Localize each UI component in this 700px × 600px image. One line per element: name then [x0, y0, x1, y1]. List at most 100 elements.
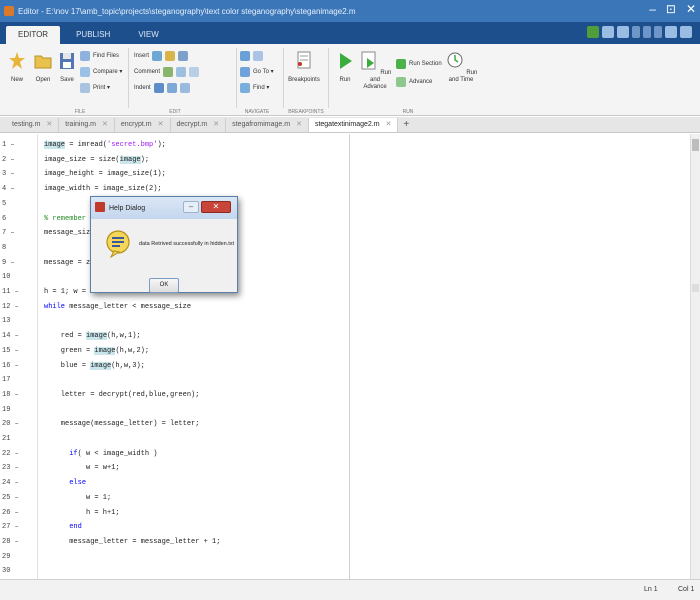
find-files-button[interactable]: Find Files — [80, 50, 119, 61]
navigate-section-label: NAVIGATE — [244, 109, 270, 115]
tab-view[interactable]: VIEW — [126, 26, 170, 44]
minimize-button[interactable]: – — [649, 2, 656, 16]
undo-icon[interactable] — [654, 26, 662, 38]
code-line[interactable]: 2 – image_size = size(image); — [0, 153, 690, 167]
redo-icon[interactable] — [665, 26, 677, 38]
line-number: 8 — [2, 243, 7, 252]
advance-icon — [396, 76, 406, 87]
save-button[interactable]: Save — [52, 50, 82, 84]
print-button[interactable]: Print ▾ — [80, 82, 110, 93]
close-tab-icon[interactable]: ✕ — [386, 121, 392, 128]
indent-button[interactable]: Indent — [134, 82, 190, 93]
breakpoints-button[interactable]: Breakpoints — [286, 50, 322, 84]
file-tab[interactable]: stegatextinimage2.m ✕ — [308, 118, 399, 132]
dialog-message: data Retrived successfully in hidden.txt — [139, 241, 235, 247]
code-line[interactable]: 13 — [0, 314, 690, 328]
code-line[interactable]: 24 – else — [0, 476, 690, 490]
code-line[interactable]: 12 – while message_letter < message_size — [0, 300, 690, 314]
close-tab-icon[interactable]: ✕ — [213, 121, 219, 128]
close-tab-icon[interactable]: ✕ — [102, 121, 108, 128]
vertical-scrollbar[interactable] — [690, 134, 700, 579]
goto-button[interactable]: Go To ▾ — [240, 66, 274, 77]
code-line[interactable]: 28 – message_letter = message_letter + 1… — [0, 535, 690, 549]
line-number: 2 – — [2, 155, 15, 164]
code-line[interactable]: 30 — [0, 564, 690, 578]
find-icon — [240, 82, 250, 93]
layout-icon[interactable] — [587, 26, 599, 38]
quick-access-toolbar — [587, 26, 692, 38]
code-line[interactable]: 17 — [0, 373, 690, 387]
line-number: 12 – — [2, 302, 19, 311]
line-number: 26 – — [2, 508, 19, 517]
code-line[interactable]: 15 – green = image(h,w,2); — [0, 344, 690, 358]
code-text: h = h+1; — [44, 508, 120, 517]
code-text: green = image(h,w,2); — [44, 346, 150, 355]
dialog-close-button[interactable]: ✕ — [201, 201, 231, 213]
matlab-logo-icon — [95, 202, 105, 212]
code-line[interactable]: 29 — [0, 550, 690, 564]
scrollbar-thumb[interactable] — [692, 139, 699, 151]
close-tab-icon[interactable]: ✕ — [296, 121, 302, 128]
paste-icon[interactable] — [643, 26, 651, 38]
run-time-icon — [447, 52, 463, 68]
code-line[interactable]: 25 – w = 1; — [0, 491, 690, 505]
code-line[interactable]: 1 – image = imread('secret.bmp'); — [0, 138, 690, 152]
dialog-title-bar[interactable]: Help Dialog – ✕ — [91, 197, 237, 219]
file-tab[interactable]: decrypt.m ✕ — [171, 118, 227, 132]
title-bar: Editor - E:\nov 17\amb_topic\projects\st… — [0, 0, 700, 22]
window-title: Editor - E:\nov 17\amb_topic\projects\st… — [18, 6, 356, 16]
maximize-button[interactable]: ⊡ — [666, 2, 676, 16]
comment-button[interactable]: Comment — [134, 66, 200, 77]
dialog-minimize-button[interactable]: – — [183, 201, 199, 213]
insert-button[interactable]: Insert — [134, 50, 189, 61]
find-button[interactable]: Find ▾ — [240, 82, 269, 93]
file-tab[interactable]: stegafromimage.m ✕ — [226, 118, 309, 132]
line-number: 6 — [2, 214, 7, 223]
file-tab[interactable]: training.m ✕ — [59, 118, 115, 132]
file-tab-label: decrypt.m — [176, 121, 208, 128]
advance-button[interactable]: Advance — [396, 76, 432, 87]
ribbon-toolbar: New Open Save Find Files Compare ▾ Print… — [0, 44, 700, 116]
tab-publish[interactable]: PUBLISH — [64, 26, 122, 44]
navigate-back-forward[interactable] — [240, 50, 263, 61]
code-line[interactable]: 3 – image_height = image_size(1); — [0, 167, 690, 181]
group-separator — [283, 48, 284, 108]
code-line[interactable]: 20 – message(message_letter) = letter; — [0, 417, 690, 431]
code-line[interactable]: 16 – blue = image(h,w,3); — [0, 359, 690, 373]
run-button[interactable]: Run — [330, 50, 360, 84]
add-tab-button[interactable]: + — [398, 118, 414, 132]
find-files-icon — [80, 50, 90, 61]
group-separator — [128, 48, 129, 108]
run-and-advance-button[interactable]: Run and Advance — [358, 50, 392, 91]
close-tab-icon[interactable]: ✕ — [158, 121, 164, 128]
dialog-title: Help Dialog — [109, 204, 146, 212]
compare-button[interactable]: Compare ▾ — [80, 66, 122, 77]
cut-icon[interactable] — [617, 26, 629, 38]
close-button[interactable]: ✕ — [686, 2, 696, 16]
help-icon[interactable] — [680, 26, 692, 38]
code-line[interactable]: 4 – image_width = image_size(2); — [0, 182, 690, 196]
code-line[interactable]: 27 – end — [0, 520, 690, 534]
code-line[interactable]: 21 — [0, 432, 690, 446]
ok-button[interactable]: OK — [149, 278, 179, 293]
code-line[interactable]: 23 – w = w+1; — [0, 461, 690, 475]
code-text: else — [69, 479, 87, 488]
code-line[interactable]: 19 — [0, 403, 690, 417]
file-tab[interactable]: encrypt.m ✕ — [115, 118, 171, 132]
close-tab-icon[interactable]: ✕ — [46, 121, 52, 128]
code-line[interactable]: 26 – h = h+1; — [0, 506, 690, 520]
code-line[interactable]: 18 – letter = decrypt(red,blue,green); — [0, 388, 690, 402]
code-text: end — [69, 523, 82, 532]
file-tab[interactable]: testing.m ✕ — [6, 118, 60, 132]
code-line[interactable]: 14 – red = image(h,w,1); — [0, 329, 690, 343]
save-icon[interactable] — [602, 26, 614, 38]
line-number: 3 – — [2, 170, 15, 179]
code-text: w = w+1; — [44, 464, 120, 473]
run-and-time-button[interactable]: Run and Time — [444, 50, 478, 84]
code-text: message = ze — [44, 258, 95, 267]
code-line[interactable]: 22 – if( w < image_width ) — [0, 447, 690, 461]
tab-editor[interactable]: EDITOR — [6, 26, 61, 44]
run-section-button[interactable]: Run Section — [396, 58, 442, 69]
copy-icon[interactable] — [632, 26, 640, 38]
line-number: 4 – — [2, 185, 15, 194]
